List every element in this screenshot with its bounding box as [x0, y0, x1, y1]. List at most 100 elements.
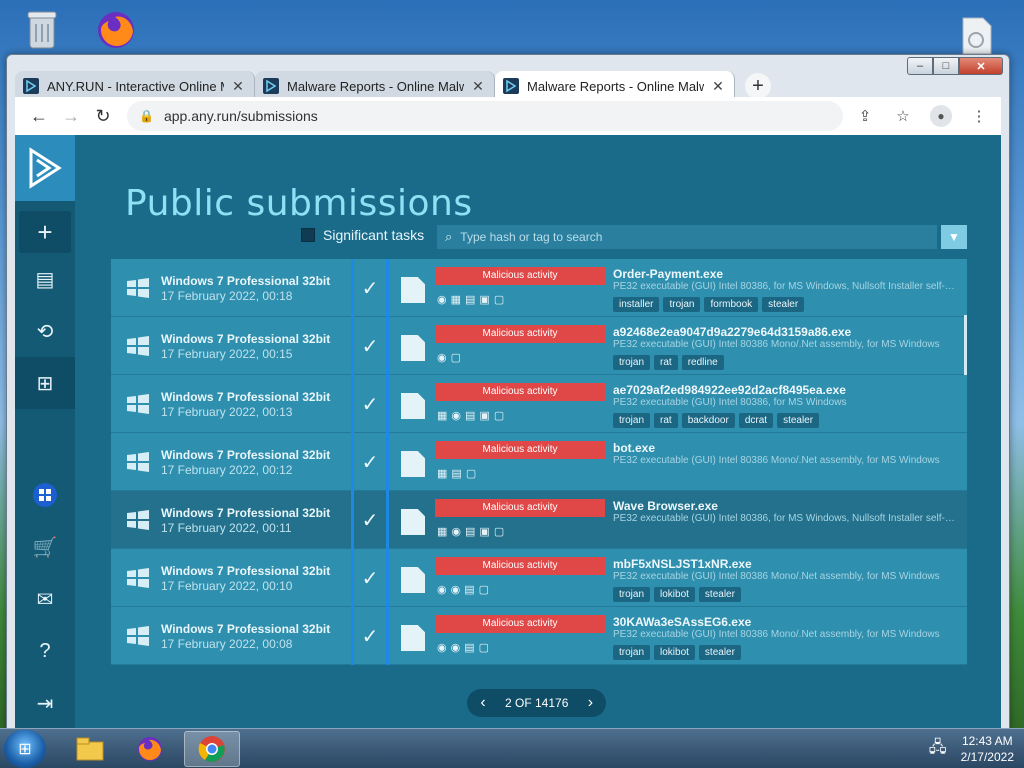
history-icon[interactable]: ⟲	[15, 305, 75, 357]
network-icon[interactable]: 🖧	[929, 736, 947, 763]
tag-badge[interactable]: stealer	[777, 413, 820, 428]
anyrun-logo-icon[interactable]	[15, 135, 75, 201]
prev-page-button[interactable]: ‹	[467, 689, 499, 717]
tag-badge[interactable]: rat	[654, 355, 678, 370]
tab-close-icon[interactable]: ✕	[470, 78, 486, 95]
menu-kebab-icon[interactable]: ⋮	[965, 102, 993, 130]
activity-icon: ◉	[437, 584, 447, 596]
submission-date: 17 February 2022, 00:12	[161, 462, 293, 477]
back-button[interactable]: ←	[23, 101, 55, 131]
activity-icon: ▤	[465, 526, 476, 538]
submission-row[interactable]: Windows 7 Professional 32bit 17 February…	[111, 433, 967, 491]
activity-icons: ◉ ▢	[437, 351, 461, 364]
reload-button[interactable]: ↻	[87, 101, 119, 131]
taskbar-explorer-icon[interactable]	[62, 731, 118, 767]
submission-row[interactable]: Windows 7 Professional 32bit 17 February…	[111, 259, 967, 317]
activity-icon: ▢	[465, 468, 477, 480]
sidebar: + ▤ ⟲ ⊞ 🛒 ✉ ? ⇥	[15, 135, 75, 733]
activity-icons: ▦ ◉ ▤ ▣ ▢	[437, 525, 504, 538]
activity-icon: ◉	[437, 352, 447, 364]
search-input[interactable]: ⌕ Type hash or tag to search	[437, 225, 937, 249]
mail-icon[interactable]: ✉	[15, 573, 75, 625]
tag-badge[interactable]: rat	[654, 413, 678, 428]
tag-badge[interactable]: lokibot	[654, 587, 695, 602]
submission-row[interactable]: Windows 7 Professional 32bit 17 February…	[111, 317, 967, 375]
logout-icon[interactable]: ⇥	[15, 677, 75, 729]
submissions-table: Windows 7 Professional 32bit 17 February…	[111, 259, 967, 677]
taskbar-firefox-icon[interactable]	[122, 731, 178, 767]
help-icon[interactable]: ?	[15, 625, 75, 677]
windows-logo-icon	[127, 336, 149, 356]
filter-button[interactable]: ▼	[941, 225, 967, 249]
tag-badge[interactable]: stealer	[698, 587, 741, 602]
public-submissions-icon[interactable]: ⊞	[15, 357, 75, 409]
verdict-badge: Malicious activity	[435, 267, 605, 285]
share-icon[interactable]: ⇪	[851, 102, 879, 130]
cart-icon[interactable]: 🛒	[15, 521, 75, 573]
tag-badge[interactable]: stealer	[698, 645, 741, 660]
address-bar[interactable]: 🔒 app.any.run/submissions	[127, 101, 843, 131]
significant-tasks-checkbox[interactable]	[301, 228, 315, 242]
windows-logo-icon	[127, 278, 149, 298]
submission-row[interactable]: Windows 7 Professional 32bit 17 February…	[111, 491, 967, 549]
file-icon	[401, 567, 425, 593]
activity-icon: ◉	[451, 410, 462, 422]
checkmark-icon: ✓	[351, 259, 389, 317]
recycle-bin-icon[interactable]	[18, 6, 66, 54]
verdict-badge: Malicious activity	[435, 499, 605, 517]
os-name: Windows 7 Professional 32bit	[161, 447, 331, 462]
tab-close-icon[interactable]: ✕	[230, 78, 246, 95]
firefox-desktop-icon[interactable]	[92, 6, 140, 54]
profile-button[interactable]: ●	[927, 102, 955, 130]
tab-strip: ANY.RUN - Interactive Online Ma ✕ Malwar…	[15, 65, 771, 101]
next-page-button[interactable]: ›	[574, 689, 606, 717]
bookmark-star-icon[interactable]: ☆	[889, 102, 917, 130]
tab-close-icon[interactable]: ✕	[710, 78, 726, 95]
tag-badge[interactable]: redline	[681, 355, 724, 370]
table-scrollbar[interactable]	[964, 315, 967, 375]
os-cell: Windows 7 Professional 32bit 17 February…	[111, 317, 351, 375]
submission-row[interactable]: Windows 7 Professional 32bit 17 February…	[111, 375, 967, 433]
submission-row[interactable]: Windows 7 Professional 32bit 17 February…	[111, 549, 967, 607]
tag-badge[interactable]: backdoor	[681, 413, 735, 428]
new-tab-button[interactable]: +	[745, 73, 771, 99]
submission-date: 17 February 2022, 00:11	[161, 520, 292, 535]
windows-badge-icon[interactable]	[15, 469, 75, 521]
tag-badge[interactable]: installer	[613, 297, 660, 312]
new-task-button[interactable]: +	[19, 211, 71, 253]
os-name: Windows 7 Professional 32bit	[161, 273, 331, 288]
file-icon	[401, 451, 425, 477]
tag-list: trojan rat redline	[613, 355, 724, 370]
tag-badge[interactable]: dcrat	[738, 413, 774, 428]
submission-row[interactable]: Windows 7 Professional 32bit 17 February…	[111, 607, 967, 665]
significant-tasks-toggle[interactable]: Significant tasks	[301, 227, 424, 243]
clock[interactable]: 12:43 AM 2/17/2022	[961, 733, 1014, 765]
tag-badge[interactable]: formbook	[704, 297, 759, 312]
checkmark-icon: ✓	[351, 317, 389, 375]
maximize-button[interactable]: □	[933, 57, 959, 75]
taskbar-chrome-icon[interactable]	[184, 731, 240, 767]
tag-badge[interactable]: lokibot	[654, 645, 695, 660]
close-window-button[interactable]: ✕	[959, 57, 1003, 75]
tag-list: trojan lokibot stealer	[613, 645, 741, 660]
minimize-button[interactable]: –	[907, 57, 933, 75]
tag-badge[interactable]: trojan	[613, 413, 651, 428]
lock-icon: 🔒	[139, 109, 154, 123]
tag-badge[interactable]: trojan	[613, 645, 651, 660]
os-cell: Windows 7 Professional 32bit 17 February…	[111, 375, 351, 433]
page-indicator: 2 OF 14176	[505, 696, 569, 710]
activity-icons: ◉ ▦ ▤ ▣ ▢	[437, 293, 504, 306]
forward-button[interactable]: →	[55, 101, 87, 131]
start-button[interactable]: ⊞	[4, 730, 46, 768]
tag-badge[interactable]: stealer	[762, 297, 805, 312]
os-cell: Windows 7 Professional 32bit 17 February…	[111, 259, 351, 317]
search-placeholder: Type hash or tag to search	[460, 230, 603, 244]
file-description: PE32 executable (GUI) Intel 80386 Mono/.…	[613, 629, 940, 640]
tag-badge[interactable]: trojan	[613, 587, 651, 602]
tag-badge[interactable]: trojan	[663, 297, 701, 312]
file-name: 30KAWa3eSAssEG6.exe	[613, 615, 752, 629]
system-tray: 🖧 12:43 AM 2/17/2022	[929, 733, 1014, 765]
tag-badge[interactable]: trojan	[613, 355, 651, 370]
reports-icon[interactable]: ▤	[15, 253, 75, 305]
desktop-file-icon[interactable]	[952, 12, 1000, 60]
